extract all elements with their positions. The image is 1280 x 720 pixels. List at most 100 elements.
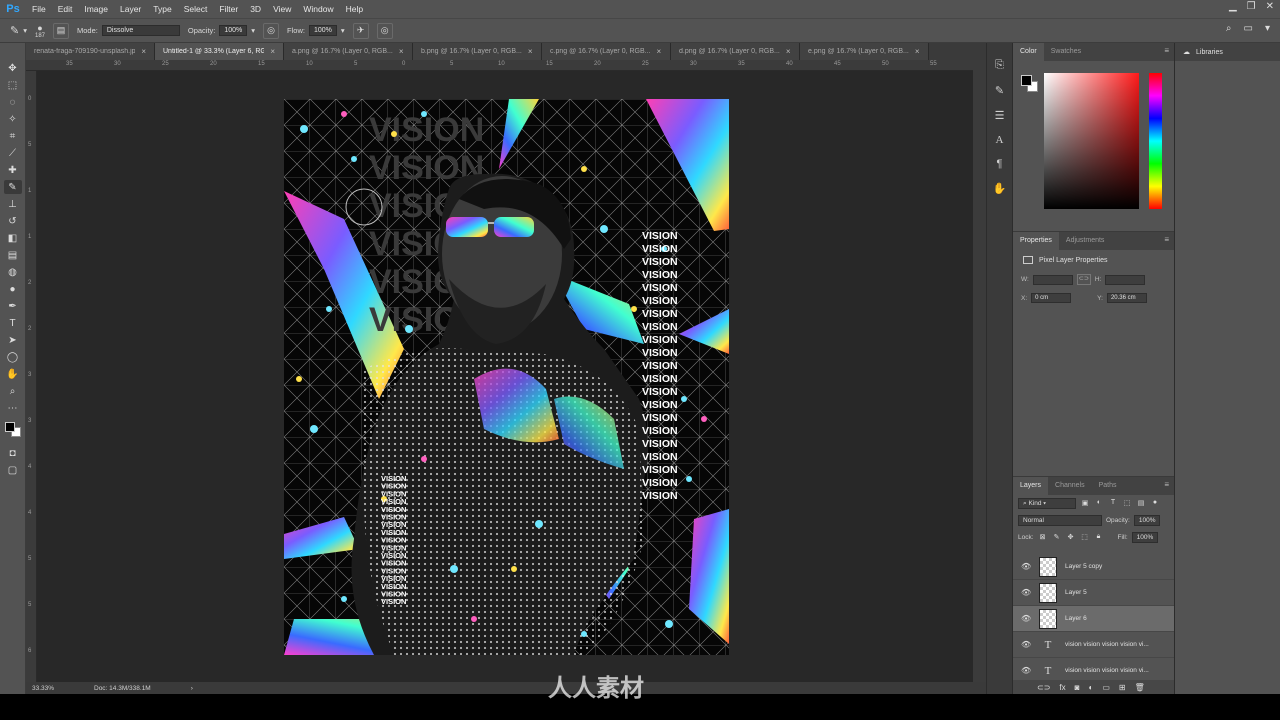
tab-paths[interactable]: Paths [1092,477,1124,495]
type-tool-icon[interactable]: T [4,316,22,330]
menu-file[interactable]: File [26,0,52,18]
filter-pixel-icon[interactable]: ▣ [1080,499,1090,509]
libraries-header[interactable]: ☁ Libraries [1175,43,1280,61]
lock-all-icon[interactable]: 🔒︎ [1094,533,1104,543]
menu-type[interactable]: Type [147,0,177,18]
mode-select[interactable]: Dissolve [101,25,180,36]
filter-adjust-icon[interactable]: ◐ [1094,499,1104,509]
document-tab[interactable]: e.png @ 16.7% (Layer 0, RGB... × [800,43,929,60]
link-layers-icon[interactable]: ⊂⊃ [1037,683,1050,692]
filter-shape-icon[interactable]: ⬚ [1122,499,1132,509]
eye-icon[interactable]: 👁︎ [1021,614,1031,623]
group-icon[interactable]: ▭ [1102,683,1110,692]
status-arrow-icon[interactable]: › [191,685,193,692]
document-tab[interactable]: d.png @ 16.7% (Layer 0, RGB... × [671,43,800,60]
tab-adjustments[interactable]: Adjustments [1059,232,1112,250]
healing-tool-icon[interactable]: ✚ [4,163,22,177]
quick-select-tool-icon[interactable]: ✧ [4,112,22,126]
close-tab-icon[interactable]: × [786,47,791,56]
menu-window[interactable]: Window [297,0,339,18]
dodge-tool-icon[interactable]: ● [4,282,22,296]
chevron-down-icon[interactable]: ▾ [1265,23,1270,34]
shape-tool-icon[interactable]: ◯ [4,350,22,364]
foreground-color[interactable] [1021,75,1032,86]
close-tab-icon[interactable]: × [528,47,533,56]
lock-pixels-icon[interactable]: ✎ [1052,533,1062,543]
eye-icon[interactable]: 👁︎ [1021,588,1031,597]
document-tab[interactable]: b.png @ 16.7% (Layer 0, RGB... × [413,43,542,60]
eye-icon[interactable]: 👁︎ [1021,562,1031,571]
eye-icon[interactable]: 👁︎ [1021,640,1031,649]
restore-icon[interactable]: ❐ [1247,1,1256,12]
character-icon[interactable]: A [996,134,1004,146]
history-icon[interactable]: ⎘ [995,59,1004,72]
close-tab-icon[interactable]: × [399,47,404,56]
menu-3d[interactable]: 3D [244,0,267,18]
layer-row[interactable]: 👁︎ Layer 5 copy [1013,554,1174,580]
screen-mode-icon[interactable]: ▢ [4,463,22,477]
panel-menu-icon[interactable]: ≡ [1164,46,1169,55]
close-icon[interactable]: ✕ [1266,1,1274,12]
brush-settings-icon[interactable]: ✎ [995,84,1004,97]
filter-type-icon[interactable]: T [1108,499,1118,509]
history-brush-icon[interactable]: ↺ [4,214,22,228]
blend-mode-select[interactable]: Normal [1018,515,1102,526]
menu-edit[interactable]: Edit [52,0,79,18]
y-field[interactable]: 20.36 cm [1106,293,1147,303]
more-tools-icon[interactable]: ⋯ [4,401,22,415]
kind-filter-select[interactable]: ⌕ Kind ▾ [1018,498,1076,509]
crop-tool-icon[interactable]: ⌗ [4,129,22,143]
lasso-tool-icon[interactable]: ◌ [4,95,22,109]
menu-select[interactable]: Select [178,0,214,18]
eye-icon[interactable]: 👁︎ [1021,666,1031,675]
layer-row[interactable]: 👁︎ Layer 6 [1013,606,1174,632]
close-tab-icon[interactable]: × [270,47,275,56]
width-field[interactable] [1032,274,1073,285]
link-icon[interactable]: ⊂⊃ [1076,274,1091,285]
menu-image[interactable]: Image [78,0,114,18]
chevron-down-icon[interactable]: ▾ [251,26,255,35]
panel-menu-icon[interactable]: ≡ [1164,480,1169,489]
document-tab[interactable]: a.png @ 16.7% (Layer 0, RGB... × [284,43,413,60]
hue-slider[interactable] [1149,73,1162,209]
quick-mask-icon[interactable]: ◘ [4,446,22,460]
trash-icon[interactable]: 🗑︎ [1135,683,1145,692]
height-field[interactable] [1105,274,1146,285]
vertical-scrollbar[interactable] [973,60,986,682]
marquee-tool-icon[interactable]: ⬚ [4,78,22,92]
brush-tool-preset[interactable]: ✎ ▾ [10,24,27,37]
pressure-opacity-icon[interactable]: ◎ [263,22,280,39]
eraser-tool-icon[interactable]: ◧ [4,231,22,245]
zoom-tool-icon[interactable]: ⌕ [4,384,22,398]
layer-opacity-input[interactable]: 100% [1133,515,1161,526]
filter-smart-icon[interactable]: ▤ [1136,499,1146,509]
tab-properties[interactable]: Properties [1013,232,1059,250]
brush-tool-icon[interactable]: ✎ [3,180,22,194]
paragraph-icon[interactable]: ¶ [997,158,1003,170]
pen-tool-icon[interactable]: ✒ [4,299,22,313]
menu-view[interactable]: View [267,0,297,18]
actions-icon[interactable]: ✋ [993,182,1007,195]
foreground-color[interactable] [4,422,15,432]
workspace-icon[interactable]: ▭ [1244,23,1253,34]
layer-row[interactable]: 👁︎ Layer 5 [1013,580,1174,606]
menu-help[interactable]: Help [340,0,369,18]
opacity-input[interactable]: 100% [219,25,248,36]
fill-input[interactable]: 100% [1131,532,1159,543]
panel-menu-icon[interactable]: ≡ [1164,235,1169,244]
minimize-icon[interactable]: ▁ [1229,1,1237,12]
close-tab-icon[interactable]: × [141,47,146,56]
fx-icon[interactable]: fx [1059,683,1065,692]
close-tab-icon[interactable]: × [657,47,662,56]
menu-layer[interactable]: Layer [114,0,147,18]
flow-input[interactable]: 100% [308,25,337,36]
hand-tool-icon[interactable]: ✋ [4,367,22,381]
search-icon[interactable]: ⌕ [1226,23,1232,34]
lock-artboard-icon[interactable]: ⬚ [1080,533,1090,543]
chevron-down-icon[interactable]: ▾ [341,26,345,35]
lock-position-icon[interactable]: ✥ [1066,533,1076,543]
gradient-tool-icon[interactable]: ▤ [4,248,22,262]
document-tab[interactable]: Untitled-1 @ 33.3% (Layer 6, RGB/8) * × [155,43,284,60]
tab-swatches[interactable]: Swatches [1044,43,1088,61]
adjustment-layer-icon[interactable]: ◐ [1088,683,1093,692]
